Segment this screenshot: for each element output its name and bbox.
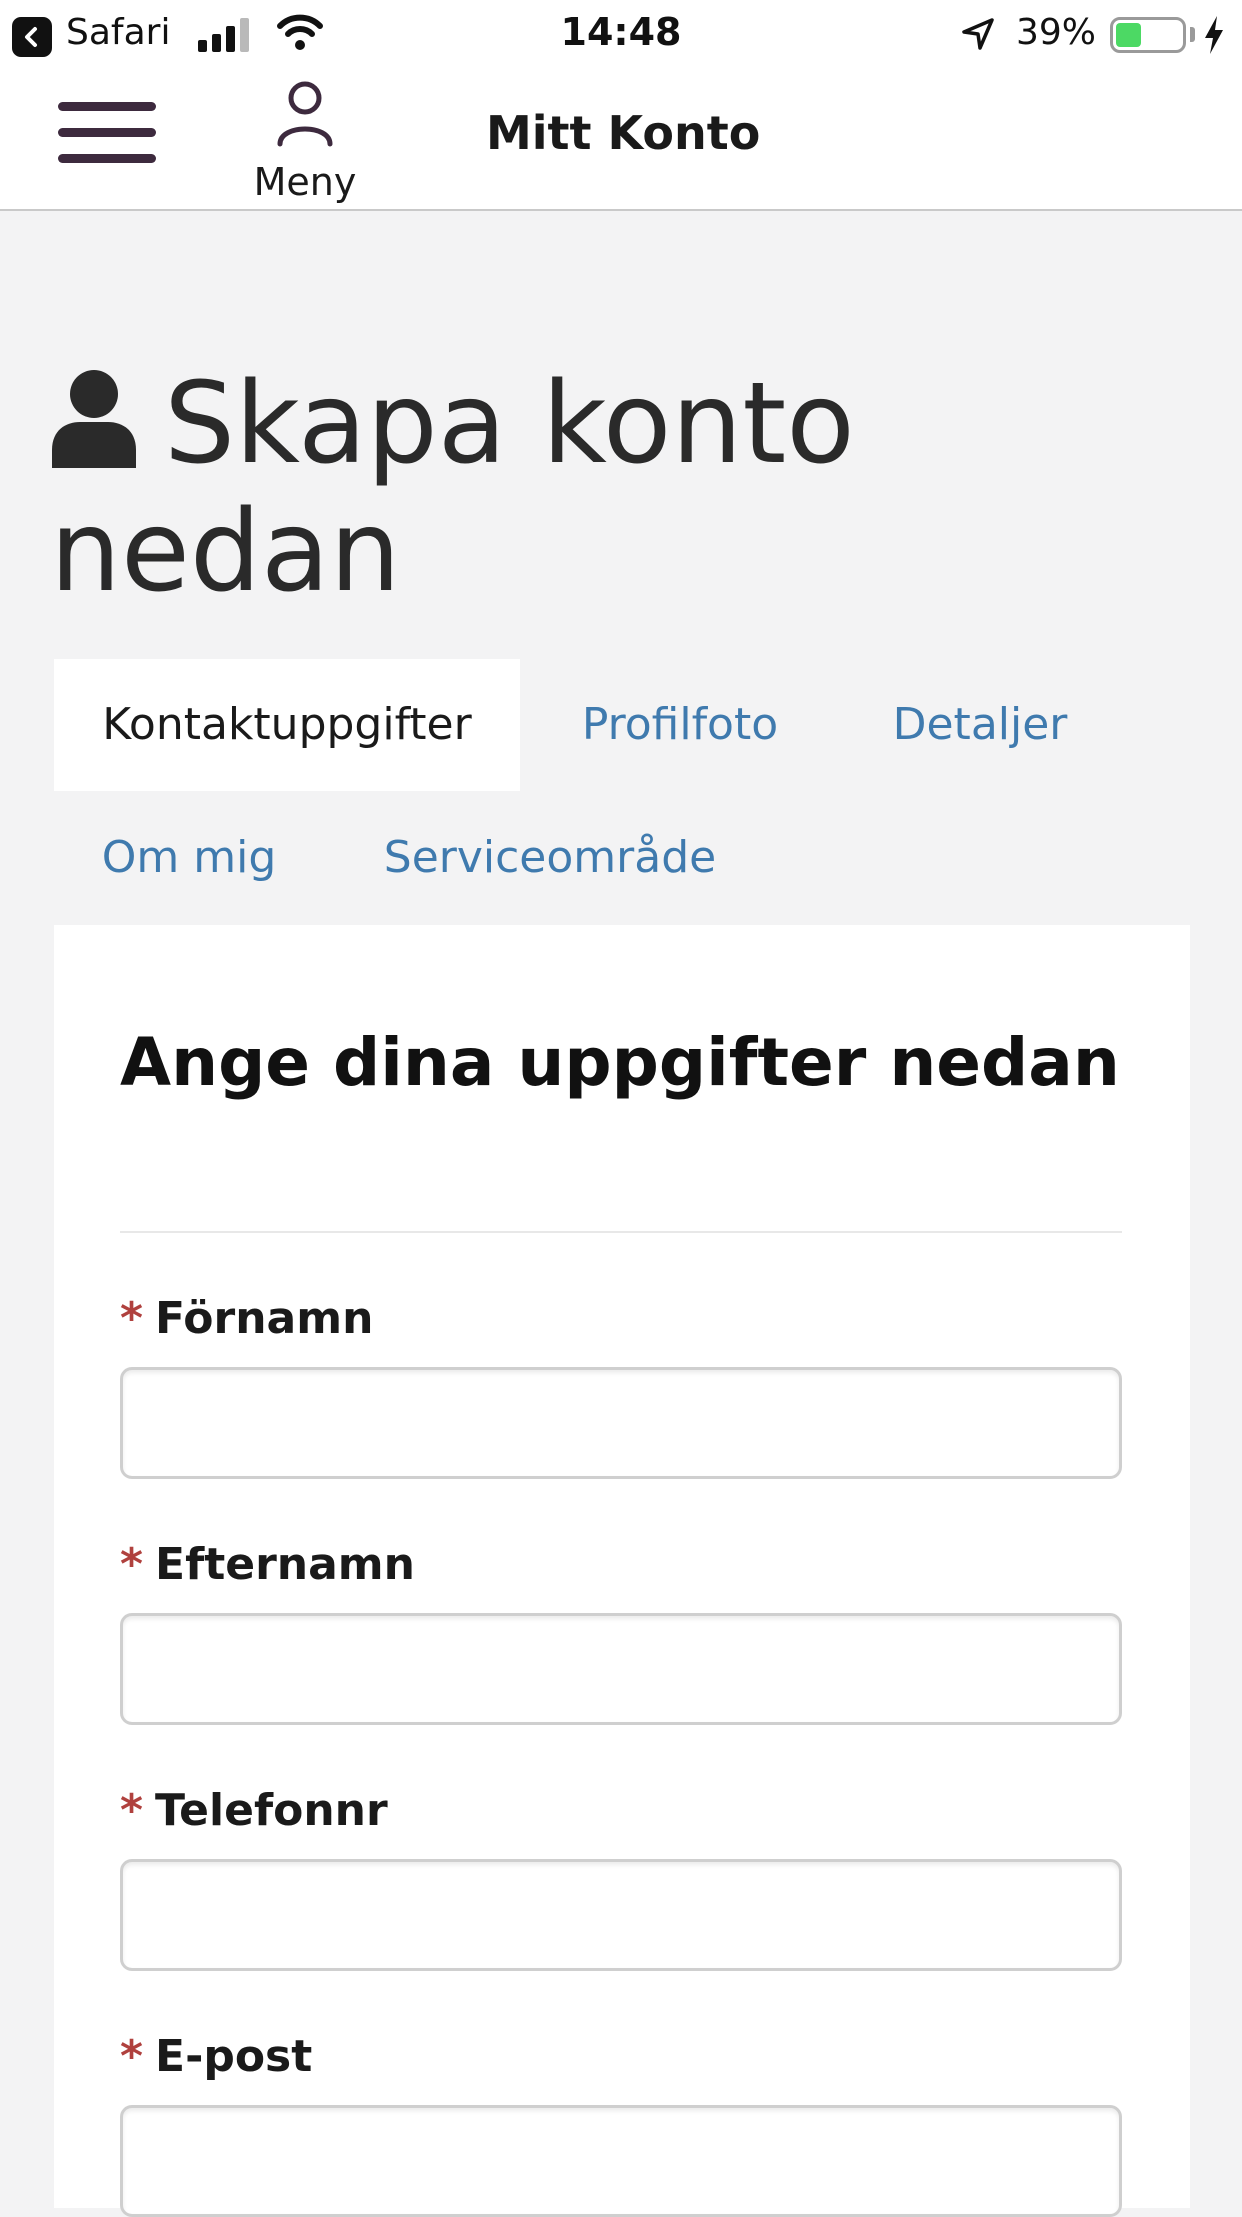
tab-kontaktuppgifter[interactable]: Kontaktuppgifter xyxy=(54,659,520,791)
phone-label: * Telefonnr xyxy=(120,1785,388,1836)
tab-detaljer[interactable]: Detaljer xyxy=(860,659,1100,791)
battery-fill xyxy=(1116,23,1141,47)
user-icon xyxy=(277,81,333,147)
last-name-input[interactable] xyxy=(120,1613,1122,1725)
last-name-label: * Efternamn xyxy=(120,1539,415,1590)
phone-input[interactable] xyxy=(120,1859,1122,1971)
page-title: Skapa konto nedan xyxy=(50,360,1200,616)
tab-serviceomrade[interactable]: Serviceområde xyxy=(370,792,730,924)
app-header: Meny Mitt Konto xyxy=(0,68,1242,211)
last-name-label-text: Efternamn xyxy=(155,1539,415,1590)
header-title: Mitt Konto xyxy=(486,106,761,160)
required-marker: * xyxy=(120,1293,144,1344)
phone-label-text: Telefonnr xyxy=(155,1785,388,1836)
first-name-label-text: Förnamn xyxy=(155,1293,374,1344)
form-heading: Ange dina uppgifter nedan xyxy=(120,1024,1120,1101)
required-marker: * xyxy=(120,2031,144,2082)
email-label: * E-post xyxy=(120,2031,312,2082)
required-marker: * xyxy=(120,1539,144,1590)
divider xyxy=(120,1231,1122,1233)
user-solid-icon xyxy=(52,370,136,468)
battery-percent: 39% xyxy=(1016,12,1097,53)
first-name-label: * Förnamn xyxy=(120,1293,373,1344)
tab-om-mig[interactable]: Om mig xyxy=(54,792,324,924)
hamburger-icon[interactable] xyxy=(58,96,158,168)
status-bar: Safari 14:48 39% xyxy=(0,0,1242,68)
tab-profilfoto[interactable]: Profilfoto xyxy=(560,659,800,791)
menu-label: Meny xyxy=(253,160,357,204)
email-input[interactable] xyxy=(120,2105,1122,2217)
battery-icon xyxy=(1110,17,1186,53)
page-title-text: Skapa konto nedan xyxy=(50,359,855,617)
battery-cap xyxy=(1190,27,1195,42)
charging-bolt-icon xyxy=(1205,16,1223,54)
menu-button[interactable]: Meny xyxy=(240,76,370,206)
email-label-text: E-post xyxy=(155,2031,313,2082)
required-marker: * xyxy=(120,1785,144,1836)
contact-form: Ange dina uppgifter nedan * Förnamn * Efte… xyxy=(54,925,1190,2217)
first-name-input[interactable] xyxy=(120,1367,1122,1479)
location-arrow-icon xyxy=(962,18,994,50)
